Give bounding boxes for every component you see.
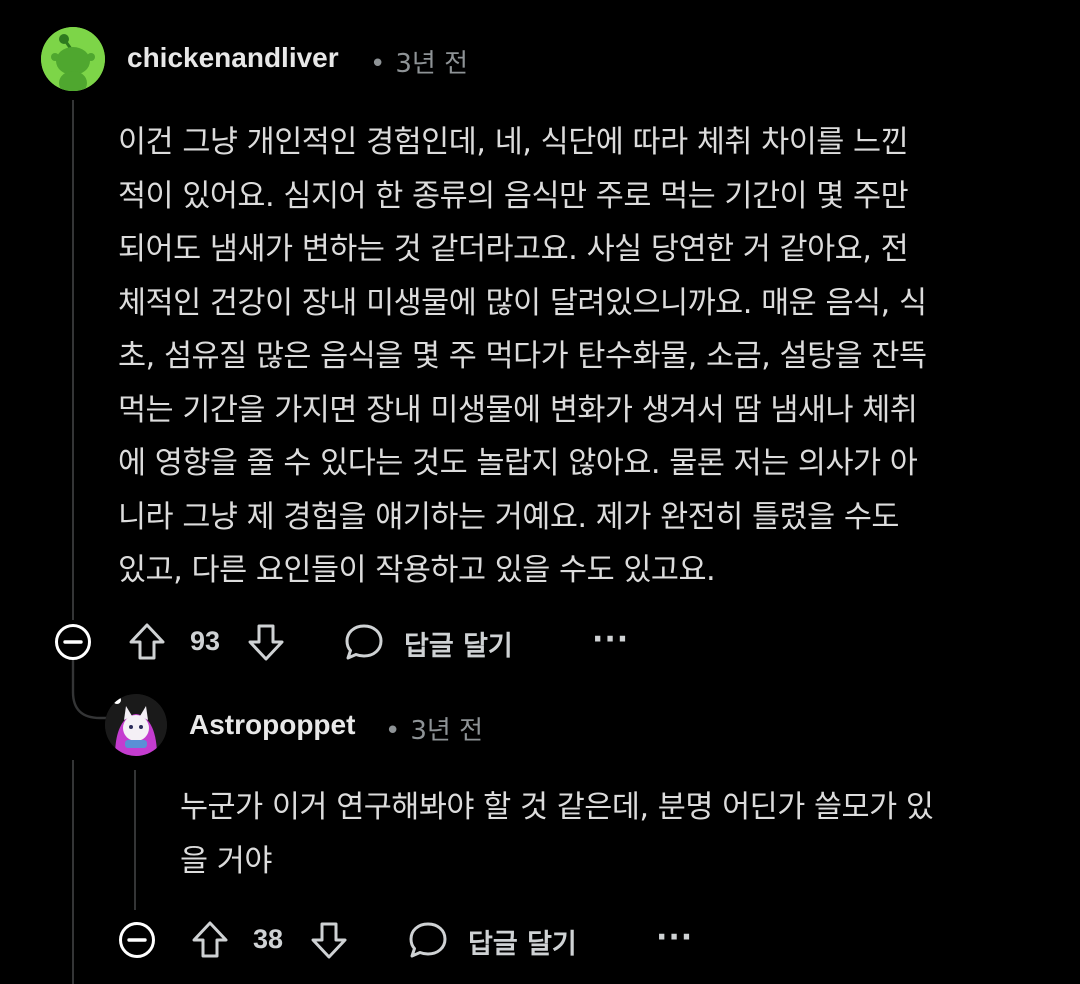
- upvote-arrow-icon: [192, 921, 228, 958]
- comment-timestamp: • 3년 전: [370, 43, 468, 80]
- chat-bubble-icon: [345, 624, 383, 660]
- upvote-button[interactable]: [189, 918, 231, 962]
- meta-separator-dot: •: [370, 49, 386, 79]
- timestamp-text: 3년 전: [395, 49, 468, 79]
- comment-body-line: 니라 그냥 제 경험을 얘기하는 거예요. 제가 완전히 틀렸을 수도: [118, 499, 899, 535]
- comment-body-line: 초, 섬유질 많은 음식을 몇 주 먹다가 탄수화물, 소금, 설탕을 잔뜩: [118, 339, 927, 374]
- snoo-icon: [41, 27, 105, 91]
- comment-body: 누군가 이거 연구해봐야 할 것 같은데, 분명 어딘가 쓸모가 있 을 거야: [180, 781, 1060, 888]
- comment-action-bar: 38 답글 달기 ···: [0, 910, 1080, 970]
- comment-body-line: 적이 있어요. 심지어 한 종류의 음식만 주로 먹는 기간이 몇 주만: [118, 178, 909, 214]
- reply-label: 답글 달기: [404, 631, 513, 662]
- upvote-button[interactable]: [126, 620, 168, 664]
- downvote-button[interactable]: [308, 918, 350, 962]
- vote-score: 93: [190, 626, 221, 656]
- chat-bubble-icon: [409, 922, 447, 958]
- cat-avatar-icon: [105, 694, 167, 756]
- comment-author-username[interactable]: chickenandliver: [127, 42, 339, 74]
- more-options-button[interactable]: ···: [656, 920, 693, 955]
- upvote-arrow-icon: [129, 623, 165, 660]
- vote-score: 38: [253, 924, 284, 954]
- collapse-minus-icon: [55, 624, 91, 660]
- comment-body-line: 체적인 건강이 장내 미생물에 많이 달려있으니까요. 매운 음식, 식: [118, 285, 927, 321]
- timestamp-text: 3년 전: [410, 716, 483, 746]
- comment-body-line: 되어도 냄새가 변하는 것 같더라고요. 사실 당연한 거 같아요, 전: [118, 232, 909, 267]
- reply-button[interactable]: 답글 달기: [406, 916, 596, 964]
- meta-separator-dot: •: [385, 716, 401, 746]
- comment-author-username[interactable]: Astropoppet: [189, 709, 355, 741]
- collapse-button[interactable]: [53, 622, 93, 662]
- downvote-button[interactable]: [245, 620, 287, 664]
- comment-body-line: 이건 그냥 개인적인 경험인데, 네, 식단에 따라 체취 차이를 느낀: [118, 125, 909, 160]
- avatar-astropoppet[interactable]: [105, 694, 167, 756]
- comment-body: 이건 그냥 개인적인 경험인데, 네, 식단에 따라 체취 차이를 느낀 적이 …: [118, 116, 1058, 598]
- collapse-button[interactable]: [117, 920, 157, 960]
- comment-body-line: 있고, 다른 요인들이 작용하고 있을 수도 있고요.: [118, 553, 716, 588]
- downvote-arrow-icon: [311, 922, 347, 959]
- comment-body-line: 을 거야: [180, 843, 272, 879]
- avatar-chickenandliver[interactable]: [41, 27, 105, 91]
- collapse-minus-icon: [119, 922, 155, 958]
- thread-line-comment-1: [72, 100, 74, 620]
- thread-line-comment-2: [134, 770, 136, 910]
- comment-body-line: 누군가 이거 연구해봐야 할 것 같은데, 분명 어딘가 쓸모가 있: [180, 790, 934, 825]
- reply-button[interactable]: 답글 달기: [342, 618, 532, 666]
- comment-timestamp: • 3년 전: [385, 710, 483, 747]
- reply-label: 답글 달기: [468, 929, 577, 960]
- more-options-button[interactable]: ···: [592, 622, 629, 657]
- comment-body-line: 먹는 기간을 가지면 장내 미생물에 변화가 생겨서 땀 냄새나 체취: [118, 392, 918, 428]
- downvote-arrow-icon: [248, 624, 284, 661]
- comment-body-line: 에 영향을 줄 수 있다는 것도 놀랍지 않아요. 물론 저는 의사가 아: [118, 446, 918, 481]
